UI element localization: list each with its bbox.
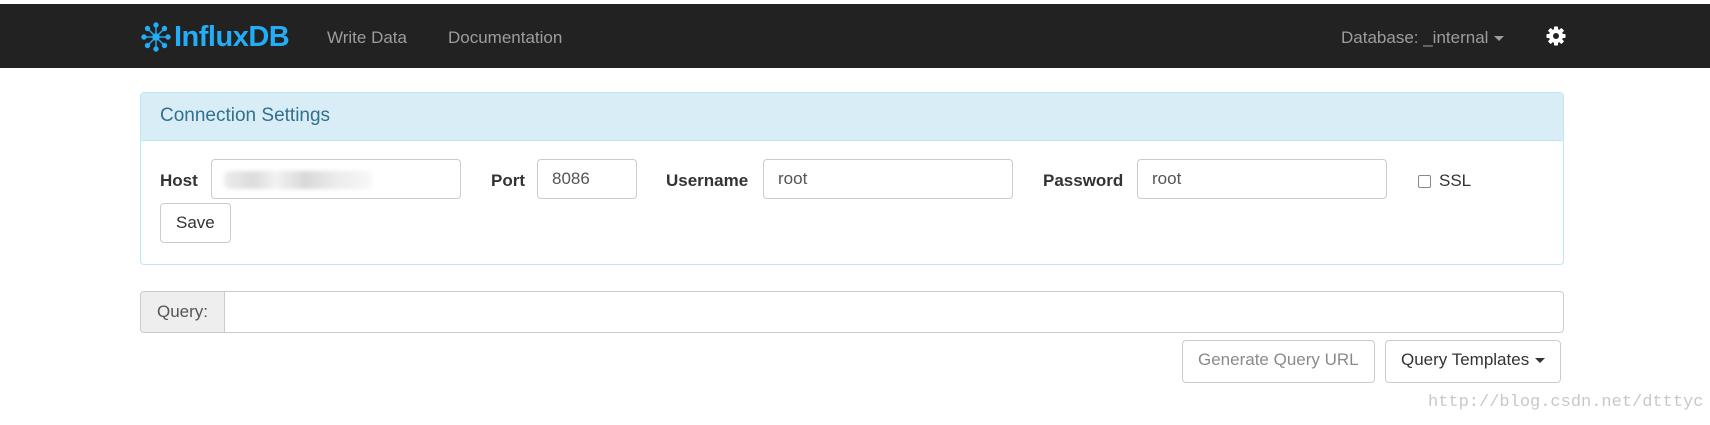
query-group: Query: [140, 291, 1564, 333]
query-templates-button[interactable]: Query Templates [1385, 340, 1562, 383]
host-redacted-value [224, 171, 372, 189]
panel-title: Connection Settings [141, 93, 1563, 141]
gear-icon[interactable] [1546, 26, 1566, 46]
ssl-checkbox[interactable] [1418, 174, 1431, 188]
database-dropdown-label: Database: _internal [1341, 28, 1489, 47]
generate-query-url-button[interactable]: Generate Query URL [1182, 340, 1375, 383]
query-templates-label: Query Templates [1401, 350, 1530, 369]
username-label: Username [666, 171, 749, 190]
query-addon-label: Query: [140, 291, 224, 333]
ssl-checkbox-group[interactable]: SSL [1418, 171, 1471, 191]
influxdb-logo-icon [141, 22, 171, 52]
port-label: Port [491, 171, 525, 190]
watermark: http://blog.csdn.net/dtttyc [1428, 393, 1704, 412]
chevron-down-icon [1494, 36, 1505, 42]
query-input[interactable] [224, 291, 1564, 333]
navbar: Influx DB Write Data Documentation Databa… [0, 4, 1710, 68]
nav-documentation[interactable]: Documentation [448, 28, 562, 48]
nav-write-data[interactable]: Write Data [327, 28, 407, 48]
host-label: Host [160, 171, 198, 190]
brand-influx: Influx [174, 20, 249, 53]
chevron-down-icon [1535, 358, 1546, 364]
ssl-label: SSL [1439, 171, 1472, 190]
username-input[interactable]: root [763, 159, 1013, 199]
influxdb-logo[interactable]: Influx DB [140, 20, 290, 53]
brand-db: DB [248, 20, 290, 53]
host-input[interactable] [211, 159, 461, 199]
password-label: Password [1043, 171, 1124, 190]
save-button[interactable]: Save [160, 203, 231, 243]
connection-settings-panel: Connection Settings Host Port 8086 Usern… [140, 92, 1564, 265]
password-input[interactable]: root [1137, 159, 1387, 199]
port-input[interactable]: 8086 [537, 159, 637, 199]
database-dropdown[interactable]: Database: _internal [1341, 28, 1505, 48]
